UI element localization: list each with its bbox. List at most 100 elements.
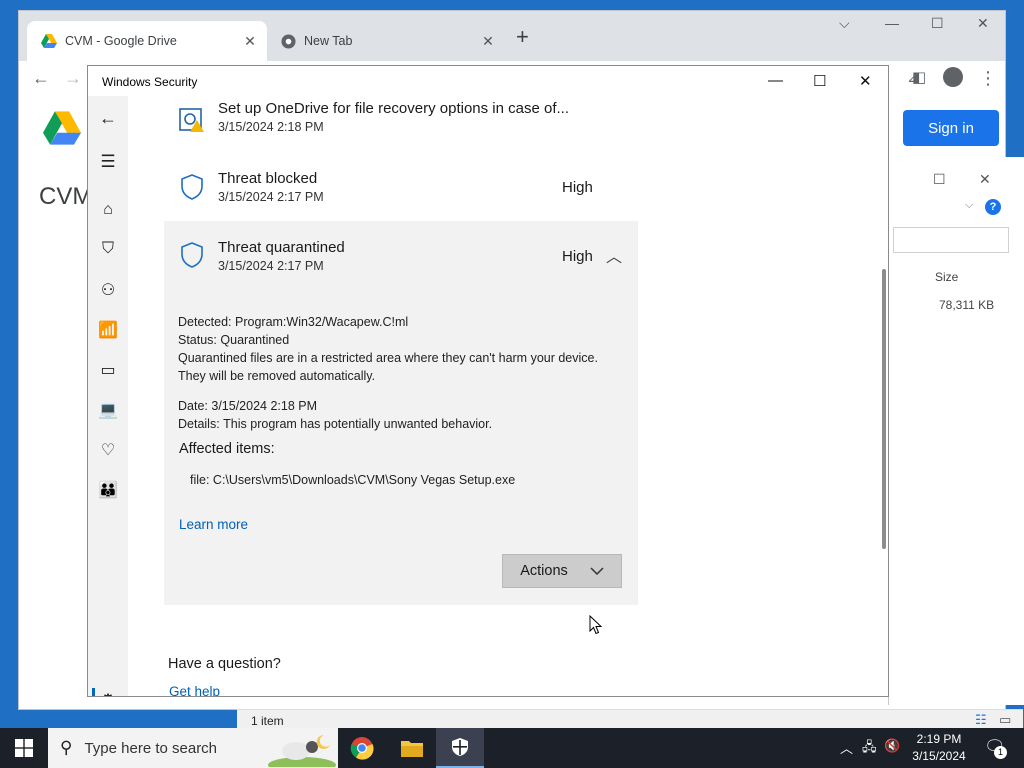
profile-avatar-icon[interactable] [943,67,963,87]
close-window-icon[interactable]: ✕ [859,72,872,90]
minimize-icon[interactable]: — [768,72,783,89]
clock-time: 2:19 PM [916,732,962,746]
quarantine-note-2: They will be removed automatically. [178,369,376,383]
sign-in-button[interactable]: Sign in [903,110,999,146]
learn-more-link[interactable]: Learn more [179,517,248,532]
maximize-icon[interactable]: ☐ [933,171,946,188]
notification-count-badge: 1 [994,746,1007,759]
shield-icon[interactable]: ⛉ [88,240,128,258]
device-security-icon[interactable]: 💻 [88,400,128,420]
show-hidden-icons-chevron-icon[interactable]: ︿ [840,738,853,757]
taskbar-search-box[interactable]: ⚲ Type here to search [48,728,338,768]
maximize-icon[interactable]: ☐ [931,15,944,32]
notification-center-button[interactable]: 🗨 1 [982,736,1007,760]
chevron-up-icon[interactable]: ︿ [606,243,622,267]
get-help-link[interactable]: Get help [169,684,220,696]
back-icon[interactable]: ← [32,68,50,89]
detected-label: Detected: [178,315,232,329]
affected-item-path: file: C:\Users\vm5\Downloads\CVM\Sony Ve… [190,473,516,487]
taskbar-file-explorer[interactable] [388,728,436,768]
item-date: 3/15/2024 2:18 PM [218,120,324,134]
item-title: Set up OneDrive for file recovery option… [218,100,569,117]
forward-icon[interactable]: → [64,68,82,89]
tab-search-icon[interactable]: ⌵ [839,15,850,32]
severity-label: High [562,179,593,196]
new-tab-button[interactable]: + [516,24,529,50]
item-date: 3/15/2024 2:17 PM [218,259,324,273]
windows-security-window: Windows Security — ☐ ✕ ← ☰ ⌂ ⛉ ⚇ 📶 ▭ 💻 ♡… [87,65,889,697]
item-date: 3/15/2024 2:17 PM [218,190,324,204]
severity-label: High [562,248,593,265]
google-drive-logo-icon [43,111,81,145]
status-label: Status: [178,333,217,347]
taskbar-clock[interactable]: 2:19 PM 3/15/2024 [900,731,978,765]
taskbar-windows-security[interactable] [436,728,484,768]
chevron-down-icon [590,567,604,575]
shield-icon [452,738,468,756]
date-label: Date: [178,399,208,413]
shield-icon [181,242,203,268]
column-header-size[interactable]: Size [935,270,958,284]
network-icon[interactable]: 🖧 [862,738,877,760]
back-icon[interactable]: ← [88,108,128,129]
search-highlight-illustration-icon [268,734,336,767]
close-tab-icon[interactable]: ✕ [239,33,261,50]
date-value: 3/15/2024 2:18 PM [211,399,318,413]
network-icon[interactable]: 📶 [88,320,128,340]
detected-value: Program:Win32/Wacapew.C!ml [235,315,409,329]
close-window-icon[interactable]: ✕ [979,171,991,188]
health-icon[interactable]: ♡ [88,440,128,460]
item-count: 1 item [251,714,284,728]
chrome-icon [350,737,374,760]
actions-dropdown-button[interactable]: Actions [502,554,622,588]
mouse-cursor-icon [589,615,602,635]
actions-label: Actions [520,563,568,579]
account-icon[interactable]: ⚇ [88,280,128,300]
item-title: Threat blocked [218,170,318,187]
search-placeholder: Type here to search [84,739,218,757]
close-window-icon[interactable]: ✕ [977,15,989,32]
onedrive-warning-icon [179,108,204,132]
tab-label: CVM - Google Drive [65,34,177,48]
question-heading: Have a question? [168,656,281,672]
settings-gear-icon[interactable]: ⚙ [88,690,128,696]
start-button[interactable] [0,728,48,768]
protection-history-content: Set up OneDrive for file recovery option… [128,96,888,696]
tab-google-drive[interactable]: CVM - Google Drive ✕ [27,21,267,61]
maximize-icon[interactable]: ☐ [813,72,826,90]
page-title: CVM [39,183,93,210]
scrollbar-thumb[interactable] [882,269,886,549]
minimize-icon[interactable]: — [885,15,899,31]
details-view-icon[interactable]: ☷ [975,712,987,728]
taskbar-chrome[interactable] [338,728,386,768]
item-header[interactable]: Threat quarantined 3/15/2024 2:17 PM [218,239,345,273]
shield-icon [181,174,203,200]
chevron-down-icon[interactable]: ⌵ [965,199,973,212]
volume-muted-icon[interactable]: 🔇 [884,738,900,754]
search-field[interactable] [893,227,1009,253]
tab-new-tab[interactable]: New Tab ✕ [267,21,505,61]
large-icons-view-icon[interactable]: ▭ [999,712,1011,728]
menu-icon[interactable]: ⋮ [979,68,997,89]
clock-date: 3/15/2024 [912,749,966,763]
search-icon: ⚲ [60,738,73,757]
affected-items-heading: Affected items: [179,441,275,457]
quarantine-note: Quarantined files are in a restricted ar… [178,351,598,365]
hamburger-menu-icon[interactable]: ☰ [88,152,128,172]
family-icon[interactable]: 👪 [88,480,128,500]
navigation-rail: ← ☰ ⌂ ⛉ ⚇ 📶 ▭ 💻 ♡ 👪 ⚙ [88,96,128,696]
threat-details: Detected: Program:Win32/Wacapew.C!ml Sta… [178,313,598,433]
app-browser-icon[interactable]: ▭ [88,360,128,380]
home-icon[interactable]: ⌂ [88,201,128,219]
tab-label: New Tab [304,34,353,48]
history-item-threat-quarantined: Threat quarantined 3/15/2024 2:17 PM Hig… [164,221,638,605]
folder-icon [401,741,423,757]
google-drive-icon [41,34,57,48]
help-icon[interactable]: ? [985,199,1001,215]
window-title: Windows Security [102,75,198,89]
close-tab-icon[interactable]: ✕ [477,33,499,50]
tab-strip: CVM - Google Drive ✕ New Tab ✕ + ⌵ — ☐ ✕ [19,11,1005,61]
file-explorer-window: ☐ ✕ ⌵ ? Size 78,311 KB [888,157,1024,705]
chrome-icon [281,33,296,49]
side-panel-icon[interactable]: ◧ [912,68,926,86]
